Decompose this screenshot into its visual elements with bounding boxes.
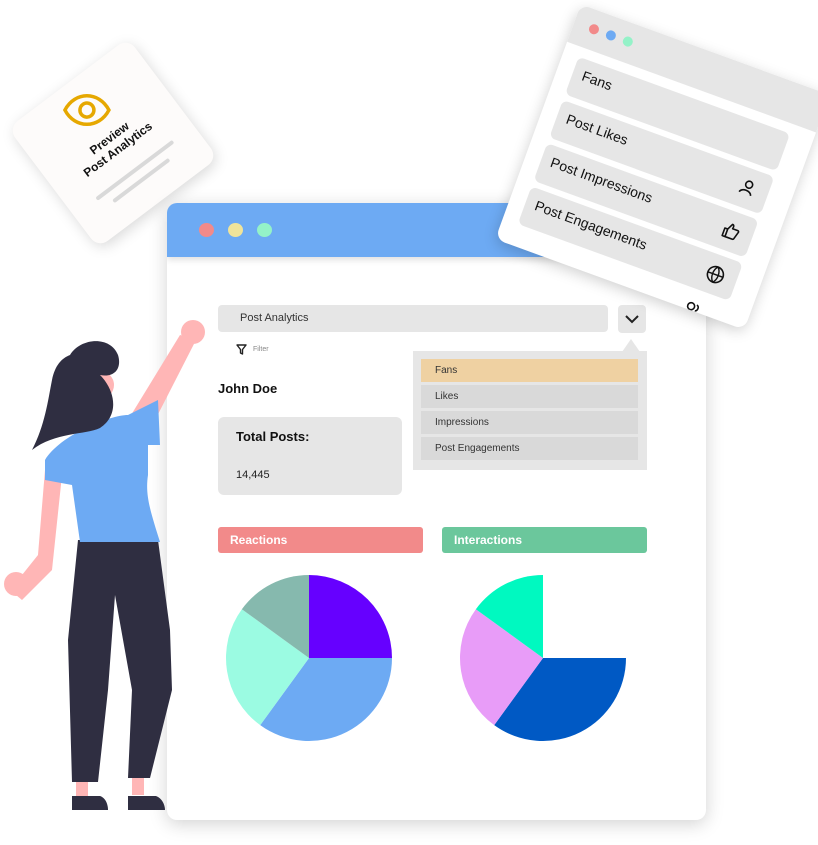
interactions-header[interactable]: Interactions	[442, 527, 647, 553]
metric-label: Post Likes	[564, 110, 631, 148]
left-shoe	[72, 796, 108, 810]
stat-title: Total Posts:	[236, 429, 310, 444]
filter-button[interactable]: Filter	[236, 344, 269, 355]
globe-icon	[706, 265, 725, 284]
thumbs-up-icon	[721, 223, 740, 241]
pie-slice-empty	[543, 575, 626, 658]
reactions-header[interactable]: Reactions	[218, 527, 423, 553]
dropdown-toggle-button[interactable]	[618, 305, 646, 333]
lowered-hand	[4, 572, 28, 596]
analytics-window: Post Analytics Filter Fans Likes Impress…	[167, 203, 706, 820]
minimize-dot[interactable]	[604, 29, 618, 42]
filter-icon	[236, 344, 247, 355]
maximize-dot[interactable]	[621, 35, 635, 48]
metric-label: Fans	[579, 67, 615, 94]
dropdown-item-likes[interactable]: Likes	[421, 385, 638, 408]
right-shoe	[128, 796, 165, 810]
raised-hand	[181, 320, 205, 344]
dropdown-menu: Fans Likes Impressions Post Engagements	[413, 351, 647, 470]
close-dot[interactable]	[199, 223, 214, 237]
dropdown-item-post-engagements[interactable]: Post Engagements	[421, 437, 638, 460]
close-dot[interactable]	[587, 22, 601, 36]
dropdown-item-fans[interactable]: Fans	[421, 359, 638, 382]
maximize-dot[interactable]	[257, 223, 272, 237]
dropdown-item-impressions[interactable]: Impressions	[421, 411, 638, 434]
interactions-pie-chart	[460, 575, 626, 741]
filter-label: Filter	[253, 346, 269, 353]
stat-value: 14,445	[236, 469, 270, 481]
total-posts-card: Total Posts: 14,445	[218, 417, 402, 495]
pie-slice-slice-a	[309, 575, 392, 658]
user-icon	[738, 180, 754, 196]
pants	[68, 540, 172, 782]
analytics-select[interactable]: Post Analytics	[218, 305, 608, 332]
reactions-pie-chart	[226, 575, 392, 741]
chevron-down-icon	[625, 314, 639, 323]
minimize-dot[interactable]	[228, 223, 243, 237]
woman-illustration	[4, 320, 205, 810]
user-name: John Doe	[218, 381, 278, 396]
